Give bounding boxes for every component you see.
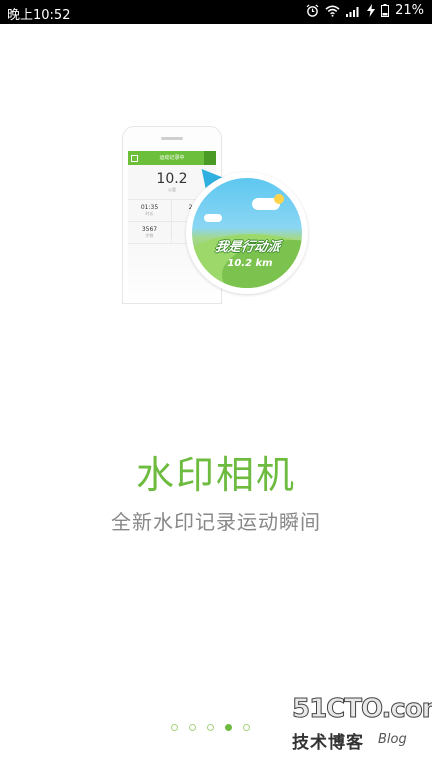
watermark-blog: Blog [378,732,407,747]
watermark-sub: 技术博客 [292,733,364,753]
stat-cell: 3567 步数 [128,222,172,244]
phone-app-header: 运动记录中 [128,151,216,165]
alarm-icon [306,4,319,17]
menu-icon [131,155,138,162]
badge-slogan: 我是行动派 [213,240,282,255]
phone-app-title: 运动记录中 [159,155,185,161]
page-title: 水印相机 [135,453,296,497]
badge-scene: 我是行动派 10.2 km [192,178,302,288]
feature-illustration: 运动记录中 10.2 公里 01:35 时长 23: 配速 3567 步数 [118,126,318,306]
battery-icon [381,4,390,17]
watermark-main: 51CTO.com [292,694,432,725]
page-subtitle: 全新水印记录运动瞬间 [111,510,321,534]
page-dot[interactable] [189,724,196,731]
badge-distance: 10.2 km [227,258,273,269]
phone-speaker [161,137,183,140]
page-indicator [171,724,250,731]
cloud-icon [204,214,222,222]
stat-value: 01:35 [140,204,159,211]
stat-cell: 01:35 时长 [128,200,172,222]
signal-icon [346,6,359,17]
wifi-icon [325,5,340,17]
battery-percent: 21% [395,3,424,18]
page-dot[interactable] [171,724,178,731]
stat-label: 时长 [145,211,154,216]
page-dot[interactable] [243,724,250,731]
sun-icon [274,194,284,204]
stat-label: 步数 [145,233,154,238]
stat-value: 3567 [141,226,158,233]
site-watermark: 51CTO.com 技术博客 Blog [292,694,432,754]
status-time: 晚上10:52 [7,8,71,23]
status-bar: 晚上10:52 21% [0,0,432,24]
page-dot[interactable] [207,724,214,731]
status-icons: 21% [306,3,424,18]
page-dot-active[interactable] [225,724,232,731]
charging-icon [367,4,376,17]
